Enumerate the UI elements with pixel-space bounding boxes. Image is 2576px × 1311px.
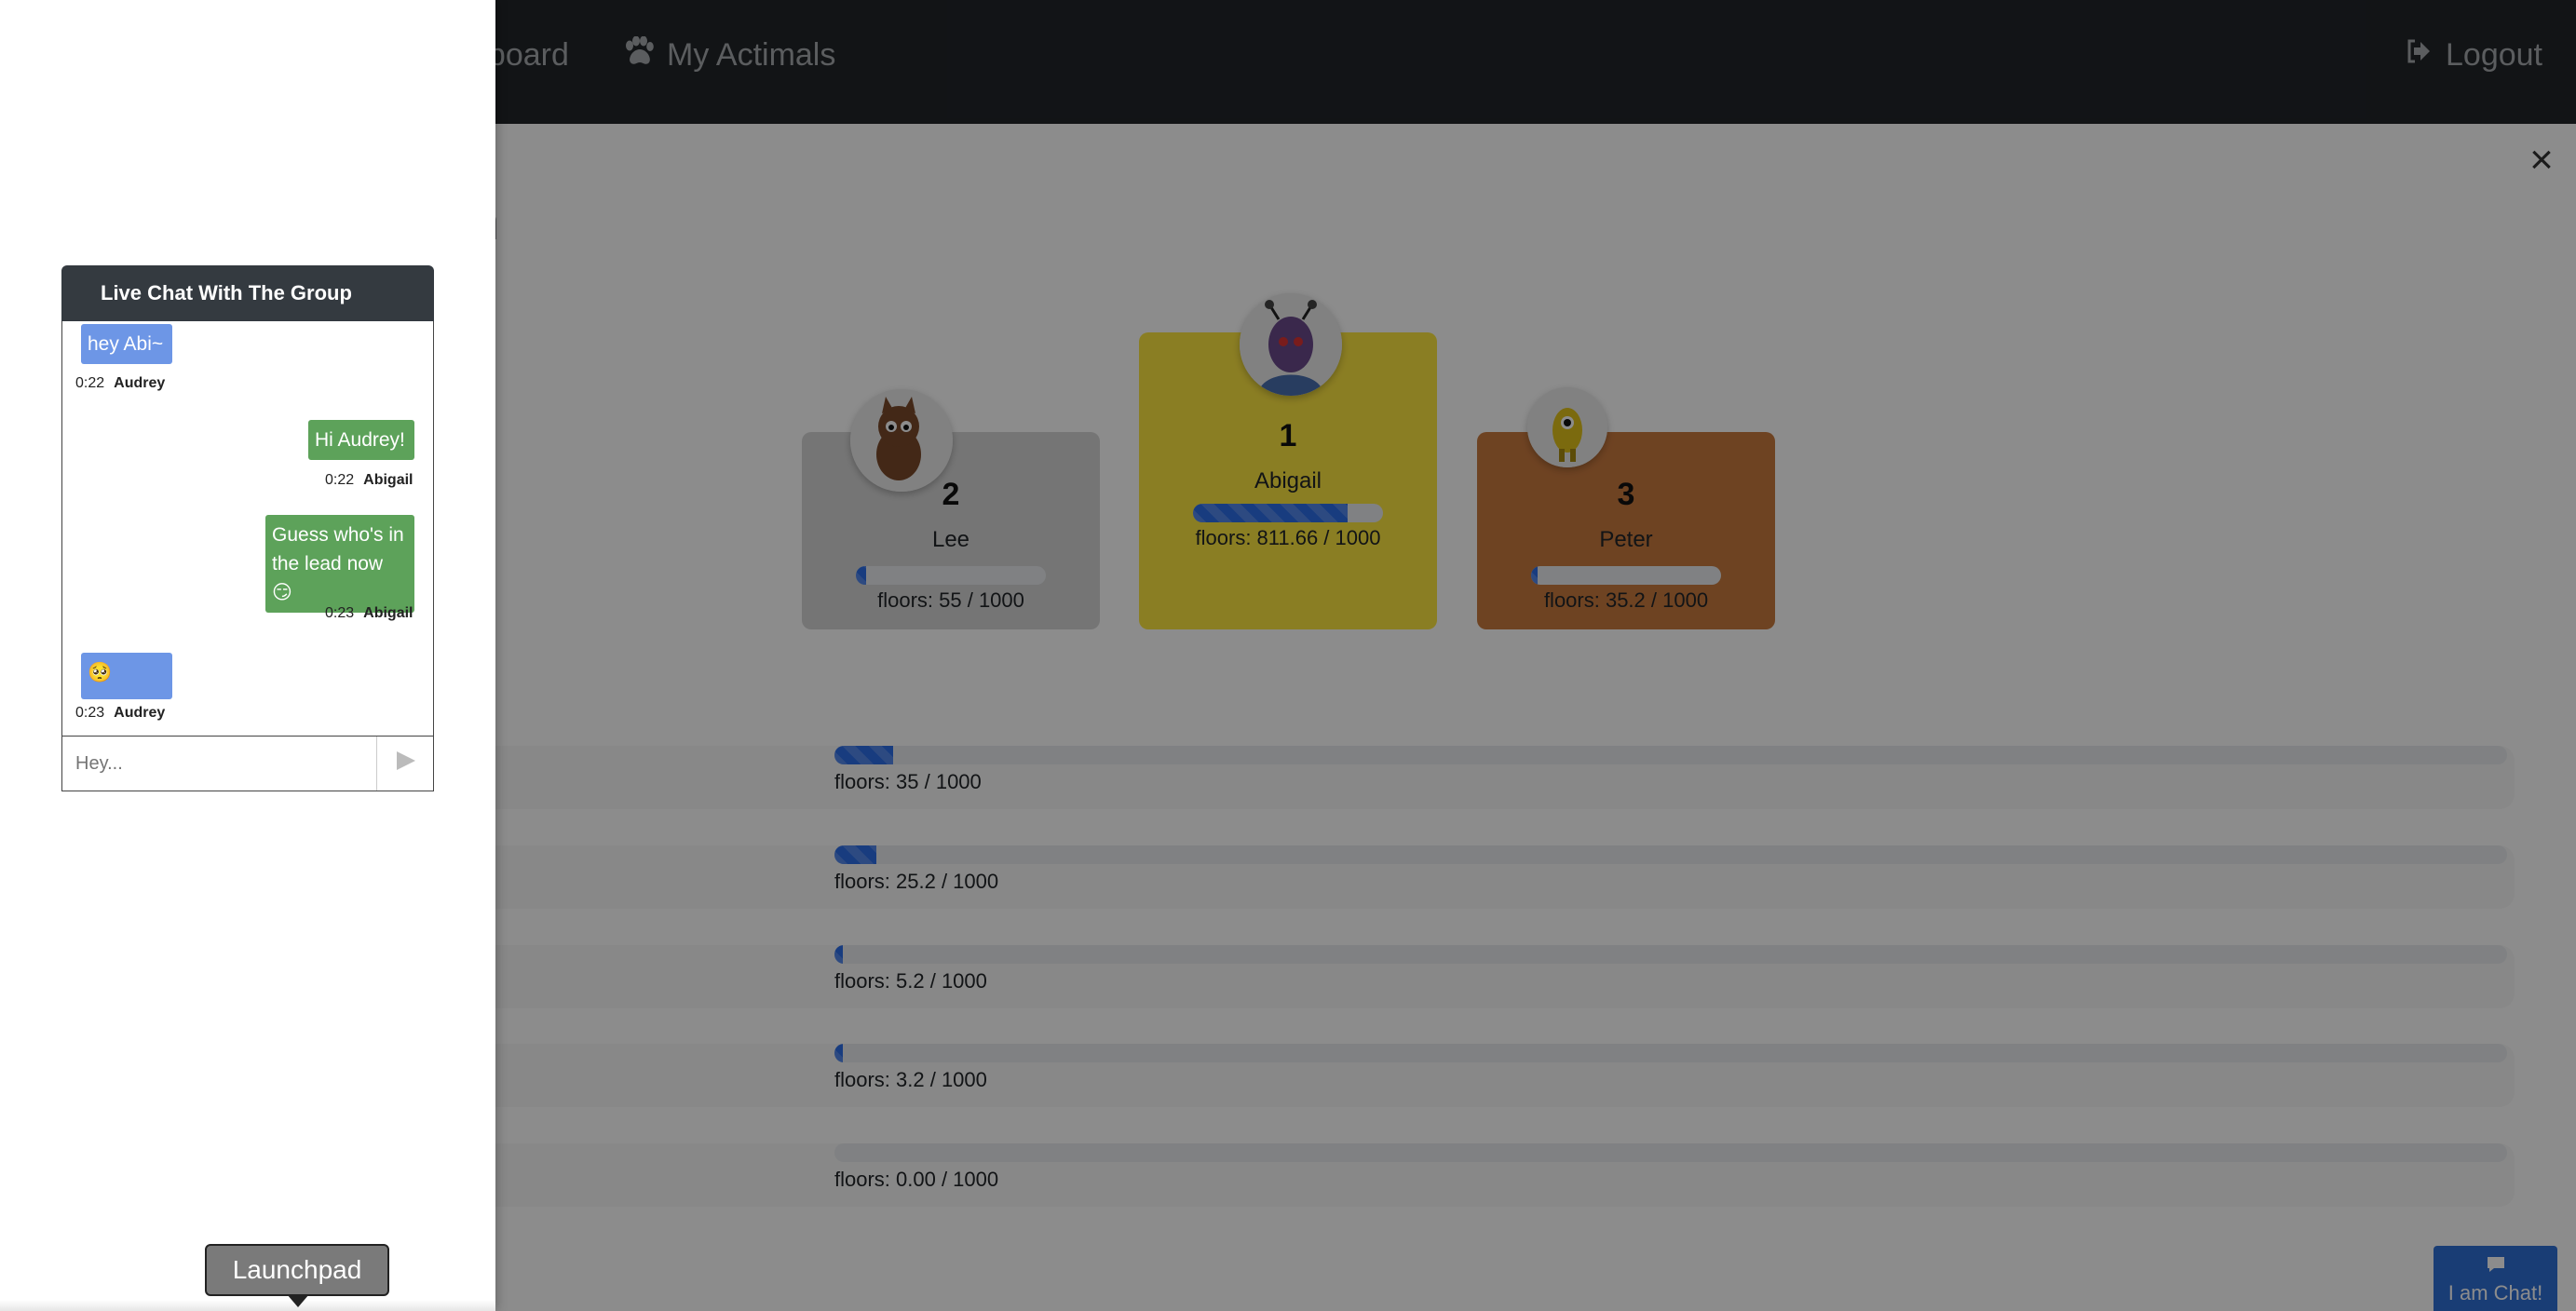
message-author: Audrey	[114, 705, 166, 721]
message-author: Abigail	[363, 605, 414, 621]
message-author: Audrey	[114, 375, 166, 391]
chat-message-input[interactable]	[62, 737, 377, 791]
message-time: 0:22	[325, 472, 355, 488]
message-time: 0:23	[325, 605, 355, 621]
message-meta: 0:22 Audrey	[75, 375, 165, 392]
chat-header: Live Chat With The Group	[61, 265, 434, 321]
message-meta: 0:23 Audrey	[75, 705, 165, 722]
message-time: 0:23	[75, 705, 105, 721]
tooltip-arrow	[287, 1294, 309, 1307]
chat-box: Live Chat With The Group hey Abi~ 0:22 Au…	[61, 265, 434, 791]
chat-message-outgoing: Hi Audrey!	[308, 420, 414, 460]
message-meta: 0:23 Abigail	[325, 605, 413, 622]
send-button[interactable]	[379, 737, 433, 791]
message-author: Abigail	[363, 472, 414, 488]
side-panel: Live Chat With The Group hey Abi~ 0:22 Au…	[0, 0, 495, 1311]
launchpad-tooltip: Launchpad	[205, 1244, 389, 1296]
message-meta: 0:22 Abigail	[325, 472, 413, 489]
chat-message-outgoing: Guess who's in the lead now 😏	[265, 515, 414, 613]
chat-messages[interactable]: hey Abi~ 0:22 Audrey Hi Audrey! 0:22 Abiga…	[61, 321, 434, 736]
dock-strip	[0, 1300, 495, 1311]
chat-input-row	[61, 736, 434, 791]
chat-message-incoming: 🥺	[81, 653, 172, 699]
send-icon	[395, 750, 417, 778]
message-time: 0:22	[75, 375, 105, 391]
chat-message-incoming: hey Abi~	[81, 324, 172, 364]
